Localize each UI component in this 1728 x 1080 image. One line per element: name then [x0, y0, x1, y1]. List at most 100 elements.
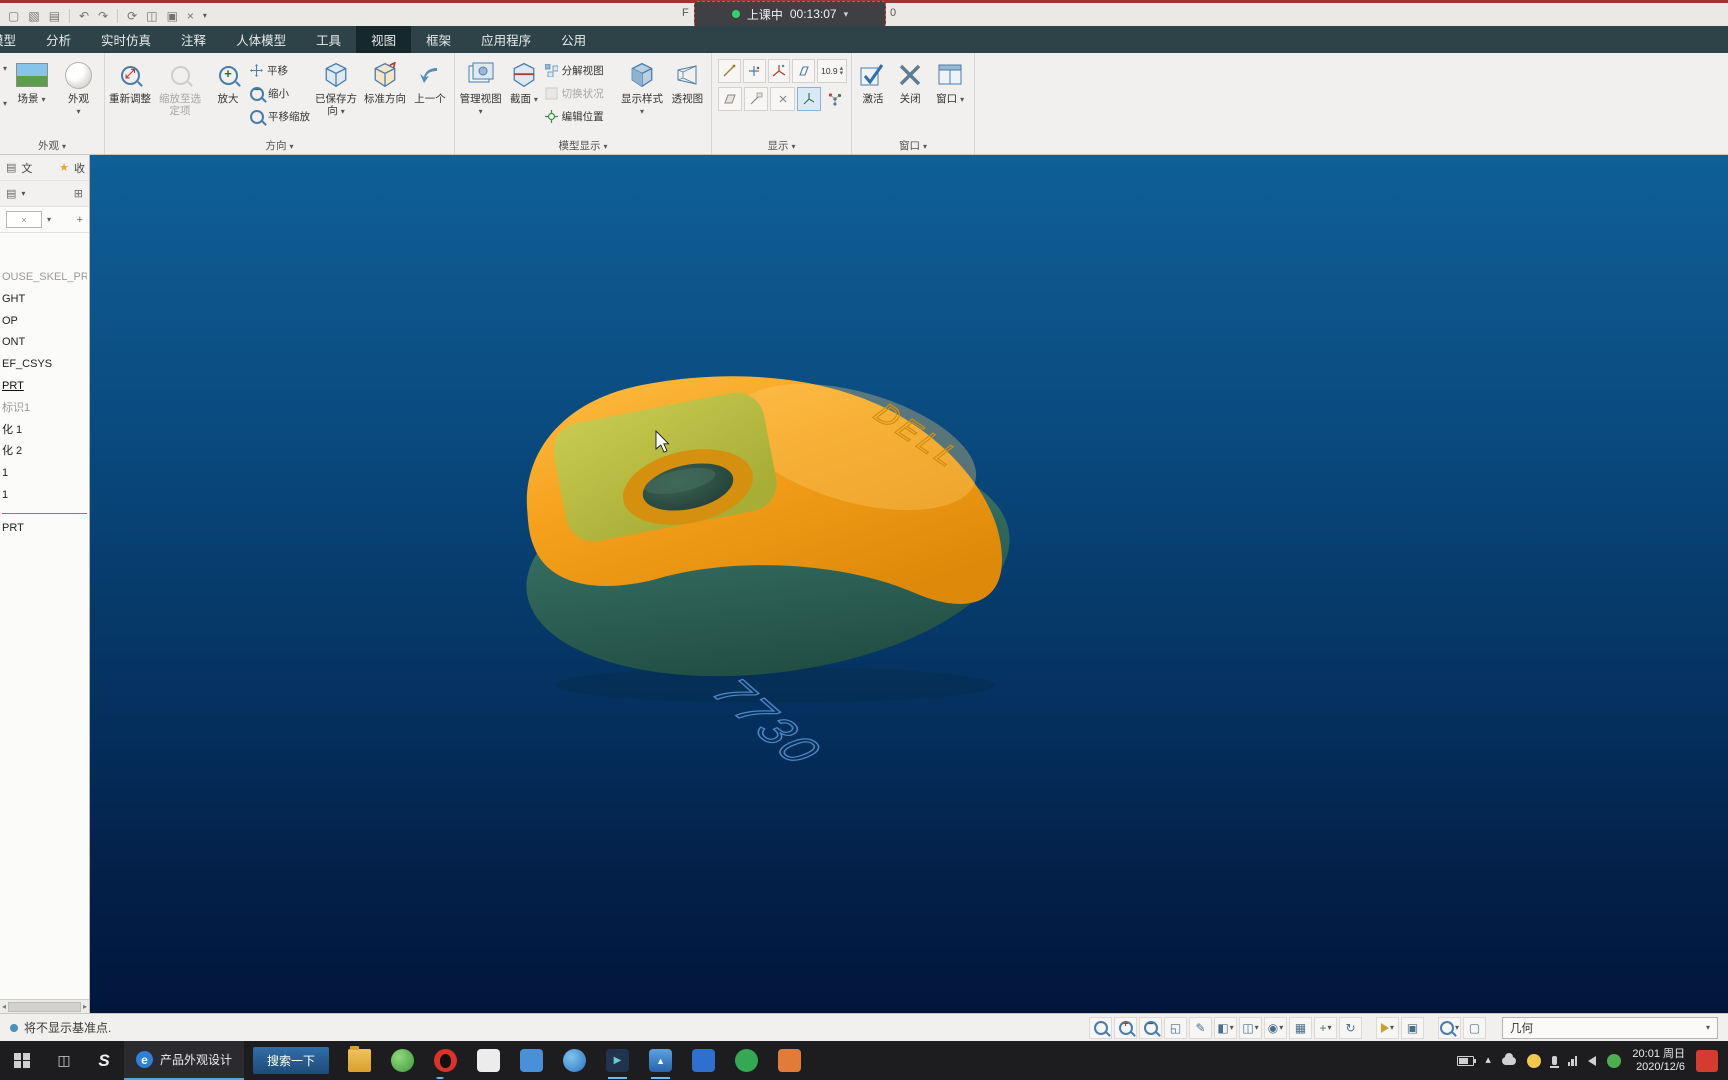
qq-icon[interactable]: [434, 1049, 458, 1079]
perspective-toggle-button[interactable]: ▣: [1401, 1016, 1424, 1039]
scroll-left-icon[interactable]: ◂: [2, 1002, 6, 1011]
tree-item[interactable]: EF_CSYS: [2, 354, 87, 376]
regenerate-icon[interactable]: ⟳: [127, 10, 137, 22]
tab-manikin[interactable]: 人体模型: [221, 26, 301, 53]
tree-item[interactable]: PRT: [2, 376, 87, 398]
tab-tools[interactable]: 工具: [301, 26, 356, 53]
tab-applications[interactable]: 应用程序: [466, 26, 546, 53]
refit-view-button[interactable]: ◱: [1164, 1016, 1187, 1039]
dropdown-icon[interactable]: ▾: [3, 99, 7, 108]
tree-tab-label[interactable]: 文: [21, 160, 32, 176]
filter-dropdown-icon[interactable]: ▾: [47, 215, 51, 224]
tab-live-simulation[interactable]: 实时仿真: [86, 26, 166, 53]
datum-display-dropdown[interactable]: + ▾: [1314, 1016, 1337, 1039]
zoom-in-button[interactable]: +: [1114, 1016, 1137, 1039]
perspective-button[interactable]: 透视图: [667, 56, 708, 106]
tab-view[interactable]: 视图: [356, 26, 412, 53]
new-file-icon[interactable]: ▢: [8, 10, 19, 22]
tab-annotate[interactable]: 注释: [166, 26, 221, 53]
group-label-appearance[interactable]: 外观 ▾: [0, 138, 104, 153]
pan-button[interactable]: 平移: [250, 61, 310, 80]
collapse-panel-button[interactable]: 收: [74, 160, 85, 176]
input-method-icon[interactable]: [1526, 1053, 1541, 1068]
tree-item[interactable]: OP: [2, 311, 87, 333]
tree-list-dropdown-icon[interactable]: ▾: [21, 189, 25, 198]
video-player-icon[interactable]: ▶: [606, 1049, 630, 1079]
tolerance-display-toggle[interactable]: 10.9 ▴ ▾: [817, 59, 847, 83]
spin-center-toggle[interactable]: [823, 87, 847, 111]
tree-item[interactable]: 1: [2, 485, 87, 507]
tree-item[interactable]: PRT: [2, 518, 87, 540]
tab-utilities[interactable]: 公用: [546, 26, 601, 53]
clock[interactable]: 20:01 周日 2020/12/6: [1632, 1048, 1685, 1074]
red-tray-app-icon[interactable]: [1696, 1049, 1718, 1072]
scene-button[interactable]: 场景 ▾: [9, 56, 54, 106]
saved-views-dropdown[interactable]: ◉ ▾: [1264, 1016, 1287, 1039]
close-window-button[interactable]: 关闭: [893, 56, 927, 106]
redo-icon[interactable]: ↷: [98, 10, 108, 22]
tree-item[interactable]: ONT: [2, 332, 87, 354]
tree-horizontal-scrollbar[interactable]: ◂ ▸: [0, 999, 89, 1013]
network-icon[interactable]: [1567, 1055, 1578, 1066]
class-timer-overlay[interactable]: 上课中 00:13:07 ▾: [694, 1, 886, 27]
photos-app-icon[interactable]: ▲: [649, 1049, 673, 1079]
file-explorer-icon[interactable]: [348, 1046, 372, 1072]
close-icon[interactable]: ×: [187, 10, 194, 22]
axis-display-toggle[interactable]: [718, 59, 741, 83]
tab-framework[interactable]: 框架: [411, 26, 466, 53]
tray-expand-icon[interactable]: ▴: [1485, 1055, 1491, 1066]
group-label-model-display[interactable]: 模型显示 ▾: [455, 138, 711, 153]
browser-blue-icon[interactable]: [563, 1049, 587, 1072]
3d-viewport[interactable]: DELL 7730: [90, 155, 1728, 1013]
browser-task-button[interactable]: e 产品外观设计: [124, 1041, 245, 1080]
appearance-button[interactable]: 外观 ▾: [56, 56, 101, 117]
battery-icon[interactable]: [1457, 1055, 1477, 1066]
search-button[interactable]: 搜索一下: [253, 1047, 330, 1074]
point-tag-display-toggle[interactable]: [770, 87, 795, 111]
quickbar-dropdown-icon[interactable]: ▾: [203, 12, 207, 20]
annotation-flag-dropdown[interactable]: ▾: [1376, 1016, 1399, 1039]
windows-icon[interactable]: ▣: [167, 10, 178, 22]
zoom-out-button[interactable]: − 缩小: [250, 84, 310, 103]
plane-display-toggle[interactable]: [792, 59, 816, 83]
tree-list-icon[interactable]: ▤: [6, 187, 16, 200]
open-file-icon[interactable]: ▧: [28, 10, 39, 22]
wechat-icon[interactable]: [1607, 1053, 1622, 1068]
point-display-toggle[interactable]: [742, 59, 766, 83]
cloud-sync-icon[interactable]: [1501, 1052, 1516, 1065]
manage-views-button[interactable]: 管理视图 ▾: [458, 56, 503, 117]
tab-analysis[interactable]: 分析: [31, 26, 86, 53]
standard-orientation-button[interactable]: 标准方向: [362, 56, 408, 106]
switch-state-button[interactable]: 切换状况: [545, 84, 618, 103]
saved-orientations-button[interactable]: 已保存方向 ▾: [312, 56, 360, 117]
group-label-show[interactable]: 显示 ▾: [712, 138, 851, 153]
activate-button[interactable]: 激活: [855, 56, 891, 106]
green-app-icon[interactable]: [735, 1049, 759, 1072]
sections-button[interactable]: 截面 ▾: [505, 56, 542, 106]
save-icon[interactable]: ▤: [49, 10, 60, 22]
tree-item[interactable]: 化 2: [2, 441, 87, 463]
undo-icon[interactable]: ↶: [79, 10, 89, 22]
start-button[interactable]: [0, 1041, 44, 1080]
display-style-dropdown[interactable]: ◧ ▾: [1214, 1016, 1237, 1039]
edit-position-button[interactable]: 编辑位置: [544, 107, 618, 126]
find-button[interactable]: ▾: [1438, 1016, 1461, 1039]
spin-center-button[interactable]: ↻: [1339, 1016, 1362, 1039]
dropdown-icon[interactable]: ▾: [3, 64, 7, 73]
tree-item[interactable]: 化 1: [2, 420, 87, 442]
csys-display-toggle[interactable]: [767, 59, 791, 83]
repaint-button[interactable]: ✎: [1189, 1016, 1212, 1039]
scroll-right-icon[interactable]: ▸: [83, 1002, 87, 1011]
timer-dropdown-icon[interactable]: ▾: [844, 9, 849, 20]
pan-zoom-button[interactable]: 平移缩放: [250, 107, 310, 126]
blue-app-icon[interactable]: [692, 1049, 716, 1072]
exploded-view-button[interactable]: 分解视图: [544, 61, 618, 80]
selection-filter-combobox[interactable]: 几何 ▾: [1502, 1016, 1718, 1039]
display-style-button[interactable]: 显示样式 ▾: [619, 56, 664, 117]
select-box-button[interactable]: ▢: [1463, 1016, 1486, 1039]
previous-button[interactable]: 上一个: [410, 56, 450, 106]
tab-model[interactable]: 模型: [0, 26, 31, 53]
tree-item[interactable]: 标识1: [2, 398, 87, 420]
favorites-icon[interactable]: ★: [59, 161, 69, 174]
document-app-icon[interactable]: [520, 1049, 544, 1072]
